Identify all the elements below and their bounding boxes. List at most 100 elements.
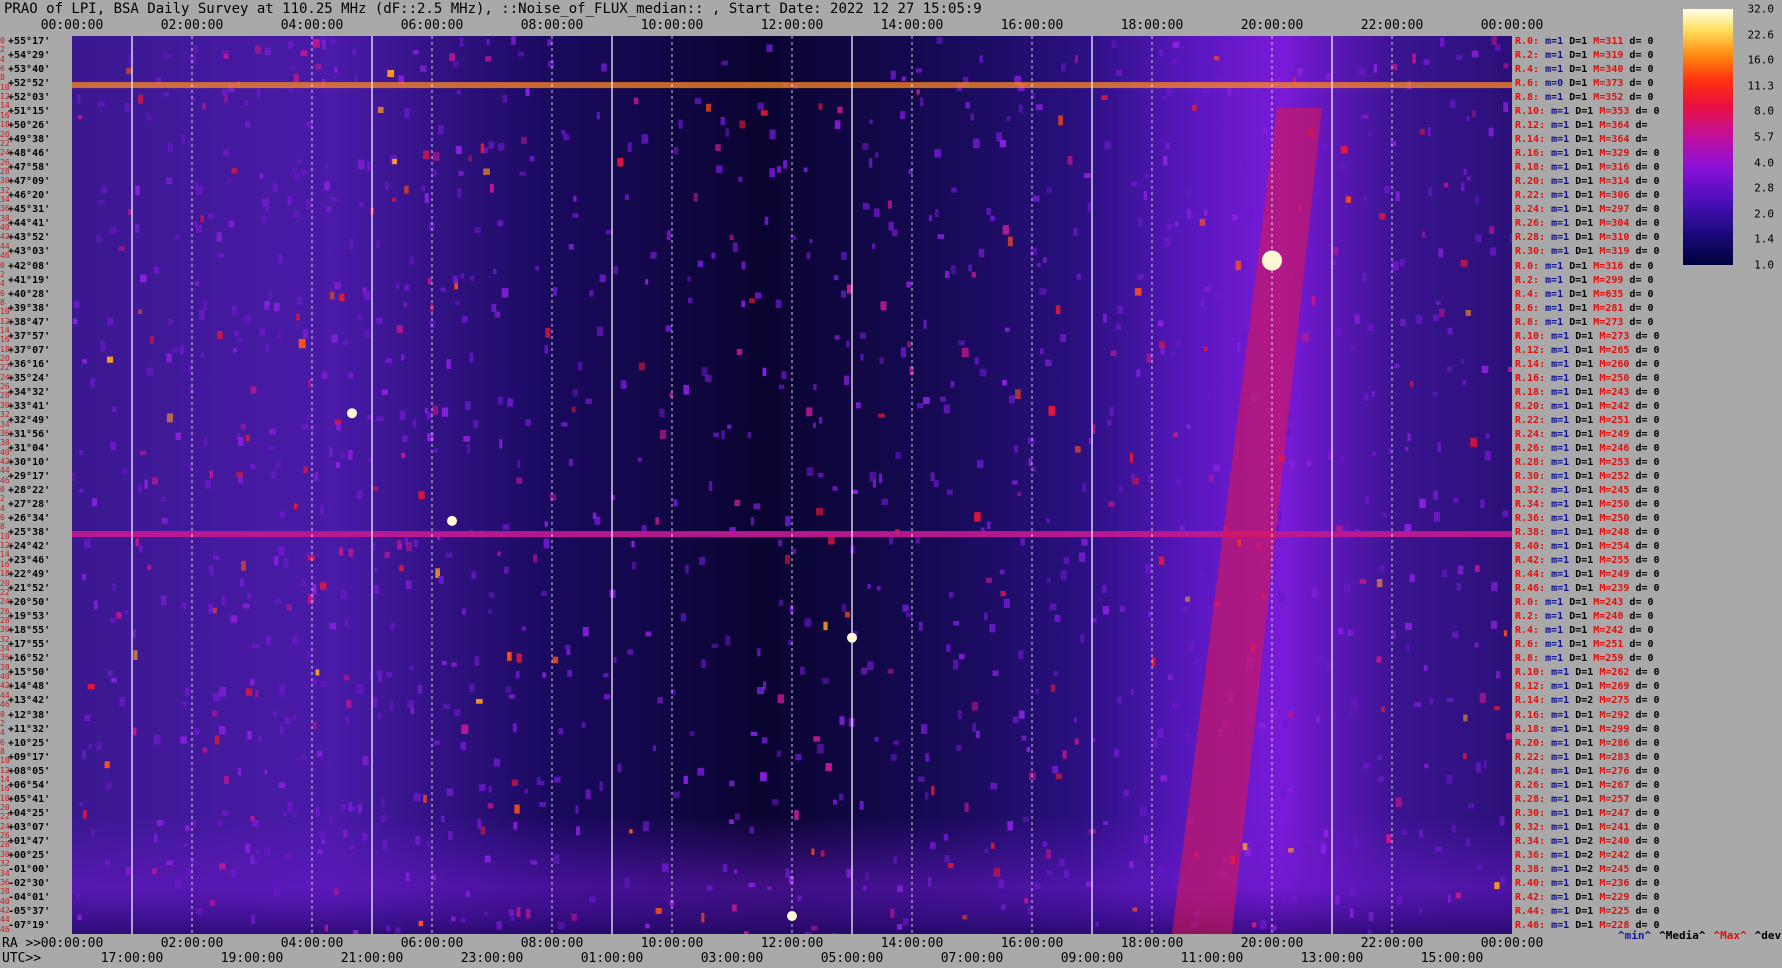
noise-pixel — [1002, 379, 1007, 386]
noise-pixel — [1419, 129, 1425, 135]
noise-pixel — [874, 736, 879, 742]
noise-pixel — [1136, 369, 1141, 377]
noise-pixel — [1335, 895, 1340, 905]
noise-pixel — [357, 490, 363, 500]
noise-pixel — [1179, 525, 1185, 531]
noise-pixel — [1340, 146, 1348, 154]
noise-pixel — [1160, 775, 1168, 782]
declination-label: +06°54' — [8, 779, 51, 791]
noise-pixel — [423, 794, 427, 803]
noise-pixel — [1316, 715, 1320, 723]
noise-pixel — [315, 63, 322, 70]
noise-pixel — [543, 538, 550, 549]
noise-pixel — [259, 328, 266, 336]
noise-pixel — [777, 694, 785, 704]
noise-pixel — [317, 849, 323, 855]
noise-pixel — [655, 908, 662, 914]
noise-pixel — [1307, 657, 1313, 668]
noise-pixel — [624, 877, 630, 888]
stats-m-value: M=250 — [1599, 513, 1636, 525]
utc-tick-label: 01:00:00 — [580, 951, 644, 966]
noise-pixel — [592, 512, 597, 519]
noise-pixel — [406, 541, 412, 552]
noise-pixel — [1137, 274, 1144, 280]
stats-m-value: m=1 — [1551, 709, 1576, 721]
noise-pixel — [320, 504, 324, 515]
noise-pixel — [645, 279, 649, 285]
stats-d-value: D=1 — [1575, 905, 1600, 917]
stats-row: R.26: m=1 D=1 M=267 d= 0 — [1515, 780, 1660, 791]
noise-pixel — [343, 674, 350, 681]
noise-pixel — [488, 141, 495, 149]
noise-pixel — [1390, 141, 1397, 146]
noise-pixel — [1018, 650, 1024, 660]
declination-label: +08°05' — [8, 765, 51, 777]
stats-r-value: R.26: — [1515, 779, 1552, 791]
declination-label: +31°04' — [8, 442, 51, 454]
stats-m-value: m=1 — [1545, 625, 1570, 637]
noise-pixel — [76, 893, 80, 899]
noise-pixel — [1494, 44, 1501, 51]
stats-m-value: m=1 — [1545, 639, 1570, 651]
noise-pixel — [457, 188, 462, 198]
noise-pixel — [231, 305, 238, 315]
noise-pixel — [280, 687, 285, 697]
noise-pixel — [283, 811, 287, 816]
noise-pixel — [1460, 182, 1465, 191]
noise-pixel — [897, 885, 903, 892]
noise-pixel — [1443, 182, 1449, 188]
noise-pixel — [339, 547, 344, 556]
noise-pixel — [458, 171, 464, 176]
stats-m-value: M=340 — [1593, 64, 1630, 76]
row-statistics: R.0: m=1 D=1 M=311 d= 0 R.2: m=1 D=1 M=3… — [1515, 36, 1685, 934]
stats-r-value: R.24: — [1515, 765, 1552, 777]
stats-d-value: d= 0 — [1635, 569, 1660, 581]
noise-pixel — [776, 750, 782, 757]
declination-label: +55°17' — [8, 36, 51, 47]
stats-m-value: m=1 — [1551, 414, 1576, 426]
noise-pixel — [200, 215, 204, 223]
heatmap-svg — [72, 36, 1512, 934]
utc-tick-label: 21:00:00 — [340, 951, 404, 966]
stats-d-value: D=1 — [1575, 134, 1600, 146]
noise-pixel — [77, 115, 83, 120]
noise-pixel — [1279, 790, 1287, 798]
noise-pixel — [1214, 292, 1221, 299]
noise-pixel — [1171, 58, 1177, 64]
noise-pixel — [256, 848, 261, 855]
noise-pixel — [1415, 314, 1423, 324]
stats-m-value: M=245 — [1599, 485, 1636, 496]
noise-pixel — [399, 410, 406, 421]
noise-pixel — [1027, 437, 1035, 445]
noise-pixel — [441, 815, 445, 823]
noise-pixel — [489, 592, 495, 598]
heatmap-plot[interactable] — [72, 36, 1512, 934]
noise-pixel — [951, 187, 957, 193]
noise-pixel — [1165, 142, 1170, 150]
stats-m-value: M=267 — [1599, 779, 1636, 791]
noise-pixel — [1358, 68, 1365, 76]
noise-pixel — [732, 242, 738, 252]
noise-pixel — [412, 419, 416, 428]
noise-pixel — [1063, 870, 1069, 879]
noise-pixel — [413, 50, 419, 55]
noise-pixel — [533, 554, 538, 563]
noise-pixel — [1455, 892, 1461, 899]
noise-pixel — [396, 325, 403, 333]
stats-d-value: d= 0 — [1629, 639, 1654, 651]
stats-r-value: R.30: — [1515, 807, 1552, 819]
noise-pixel — [1359, 579, 1367, 584]
stats-d-value: d= 0 — [1635, 428, 1660, 440]
noise-pixel — [1407, 433, 1411, 442]
stats-m-value: M=275 — [1599, 695, 1636, 707]
stats-d-value: d= 0 — [1629, 653, 1654, 665]
noise-pixel — [110, 226, 117, 234]
stats-row: R.46: m=1 D=1 M=239 d= 0 — [1515, 583, 1660, 594]
noise-pixel — [402, 435, 408, 442]
utc-tick-label: 17:00:00 — [100, 951, 164, 966]
noise-pixel — [974, 512, 981, 522]
noise-pixel — [1074, 55, 1078, 64]
noise-pixel — [212, 710, 218, 717]
stats-m-value: M=242 — [1599, 849, 1636, 861]
noise-pixel — [390, 623, 395, 630]
